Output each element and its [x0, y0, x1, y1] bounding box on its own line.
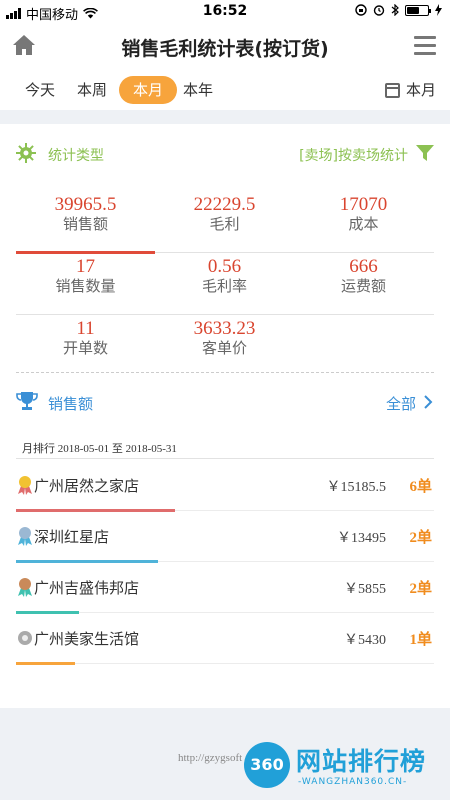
- section-divider: [16, 372, 434, 373]
- stat-sales[interactable]: 39965.5 销售额: [16, 194, 155, 234]
- stats-row: 11 开单数 3633.23 客单价: [16, 315, 434, 377]
- chevron-right-icon[interactable]: [422, 394, 434, 410]
- nav-bar: 销售毛利统计表(按订货): [0, 24, 450, 68]
- store-name: 广州居然之家店: [34, 477, 140, 495]
- watermark-sub: -WANGZHAN360.CN-: [298, 777, 408, 787]
- gear-icon: [16, 143, 36, 163]
- menu-icon[interactable]: [414, 36, 436, 55]
- stat-label: 运费额: [340, 277, 386, 295]
- stat-value: 666: [349, 256, 378, 277]
- ranking-header: 销售额 全部: [0, 388, 450, 418]
- stat-avg-order[interactable]: 3633.23 客单价: [155, 318, 294, 358]
- bluetooth-icon: [391, 4, 399, 16]
- stat-label: 毛利: [209, 215, 240, 233]
- rotation-lock-icon: [355, 4, 367, 16]
- stat-margin-rate[interactable]: 0.56 毛利率: [155, 256, 294, 296]
- tab-today[interactable]: 今天: [22, 76, 58, 104]
- store-amount: ￥5855: [344, 582, 386, 597]
- store-amount: ￥13495: [337, 531, 386, 546]
- stat-order-count[interactable]: 11 开单数: [16, 318, 155, 358]
- medal-icon: [18, 631, 32, 645]
- alarm-icon: [373, 5, 385, 16]
- stat-gross-profit[interactable]: 22229.5 毛利: [155, 194, 294, 234]
- tab-this-year[interactable]: 本年: [180, 76, 216, 104]
- store-name: 广州美家生活馆: [34, 630, 140, 648]
- store-order-count: 6单: [409, 479, 432, 495]
- stat-value: 39965.5: [54, 194, 117, 215]
- ranking-all-link[interactable]: 全部: [386, 393, 416, 414]
- stat-sales-quantity[interactable]: 17 销售数量: [16, 256, 155, 296]
- stat-cost[interactable]: 17070 成本: [294, 194, 433, 234]
- tab-this-month[interactable]: 本月: [119, 76, 177, 104]
- sales-bar: [16, 662, 75, 665]
- ranking-period: 月排行 2018-05-01 至 2018-05-31: [22, 443, 177, 455]
- stats-row: 17 销售数量 0.56 毛利率 666 运费额: [16, 253, 434, 315]
- medal-icon: [18, 476, 32, 495]
- status-bar: 中国移动 16:52: [0, 0, 450, 24]
- stat-value: 3633.23: [193, 318, 256, 339]
- ranking-item[interactable]: 深圳红星店 ￥13495 2单: [16, 511, 434, 563]
- stat-label: 成本: [348, 215, 379, 233]
- stat-value: 17: [76, 256, 95, 277]
- stat-value: 17070: [339, 194, 388, 215]
- store-order-count: 2单: [409, 530, 432, 546]
- footer-url: http://gzygsoft: [178, 752, 243, 764]
- ranking-title: 销售额: [48, 395, 94, 413]
- stat-label: 客单价: [201, 339, 247, 357]
- store-name: 深圳红星店: [34, 528, 110, 546]
- store-amount: ￥15185.5: [326, 480, 387, 495]
- stat-freight[interactable]: 666 运费额: [294, 256, 433, 296]
- watermark-name: 网站排行榜: [296, 747, 427, 776]
- watermark: 360 网站排行榜 -WANGZHAN360.CN-: [244, 742, 444, 794]
- ranking-item[interactable]: 广州居然之家店 ￥15185.5 6单: [16, 460, 434, 512]
- stat-type-filter[interactable]: [卖场]按卖场统计: [299, 145, 408, 165]
- trophy-icon: [16, 392, 38, 410]
- page-title: 销售毛利统计表(按订货): [121, 38, 329, 60]
- stat-type-row: 统计类型 [卖场]按卖场统计: [0, 141, 450, 171]
- stat-label: 毛利率: [201, 277, 247, 295]
- stat-value: 0.56: [207, 256, 242, 277]
- calendar-icon: [384, 82, 400, 98]
- stat-type-label: 统计类型: [48, 148, 104, 164]
- divider-band: [0, 110, 450, 124]
- month-picker-label: 本月: [405, 81, 436, 99]
- stat-value: 11: [76, 318, 95, 339]
- stats-row: 39965.5 销售额 22229.5 毛利 17070 成本: [16, 191, 434, 254]
- stat-label: 开单数: [62, 339, 108, 357]
- charging-icon: [435, 4, 442, 16]
- battery-icon: [405, 4, 431, 16]
- stat-label: 销售数量: [55, 277, 116, 295]
- tab-this-week[interactable]: 本周: [74, 76, 110, 104]
- stat-label: 销售额: [62, 215, 108, 233]
- store-name: 广州吉盛伟邦店: [34, 579, 140, 597]
- medal-icon: [18, 527, 32, 546]
- store-amount: ￥5430: [344, 633, 386, 648]
- stats-grid: 39965.5 销售额 22229.5 毛利 17070 成本 17 销售数量 …: [16, 191, 434, 377]
- store-order-count: 2单: [409, 581, 432, 597]
- ranking-item[interactable]: 广州吉盛伟邦店 ￥5855 2单: [16, 562, 434, 614]
- stat-value: 22229.5: [193, 194, 256, 215]
- watermark-badge: 360: [244, 742, 290, 788]
- medal-icon: [18, 578, 32, 597]
- ranking-item[interactable]: 广州美家生活馆 ￥5430 1单: [16, 613, 434, 665]
- ranking-divider: [16, 458, 434, 459]
- period-tabs: 今天 本周 本月 本年 本月: [0, 74, 450, 106]
- filter-icon[interactable]: [416, 144, 434, 162]
- ranking-list: 广州居然之家店 ￥15185.5 6单 深圳红星店 ￥13495 2单 广州吉盛…: [16, 460, 434, 665]
- month-picker[interactable]: 本月: [384, 76, 436, 104]
- store-order-count: 1单: [409, 632, 432, 648]
